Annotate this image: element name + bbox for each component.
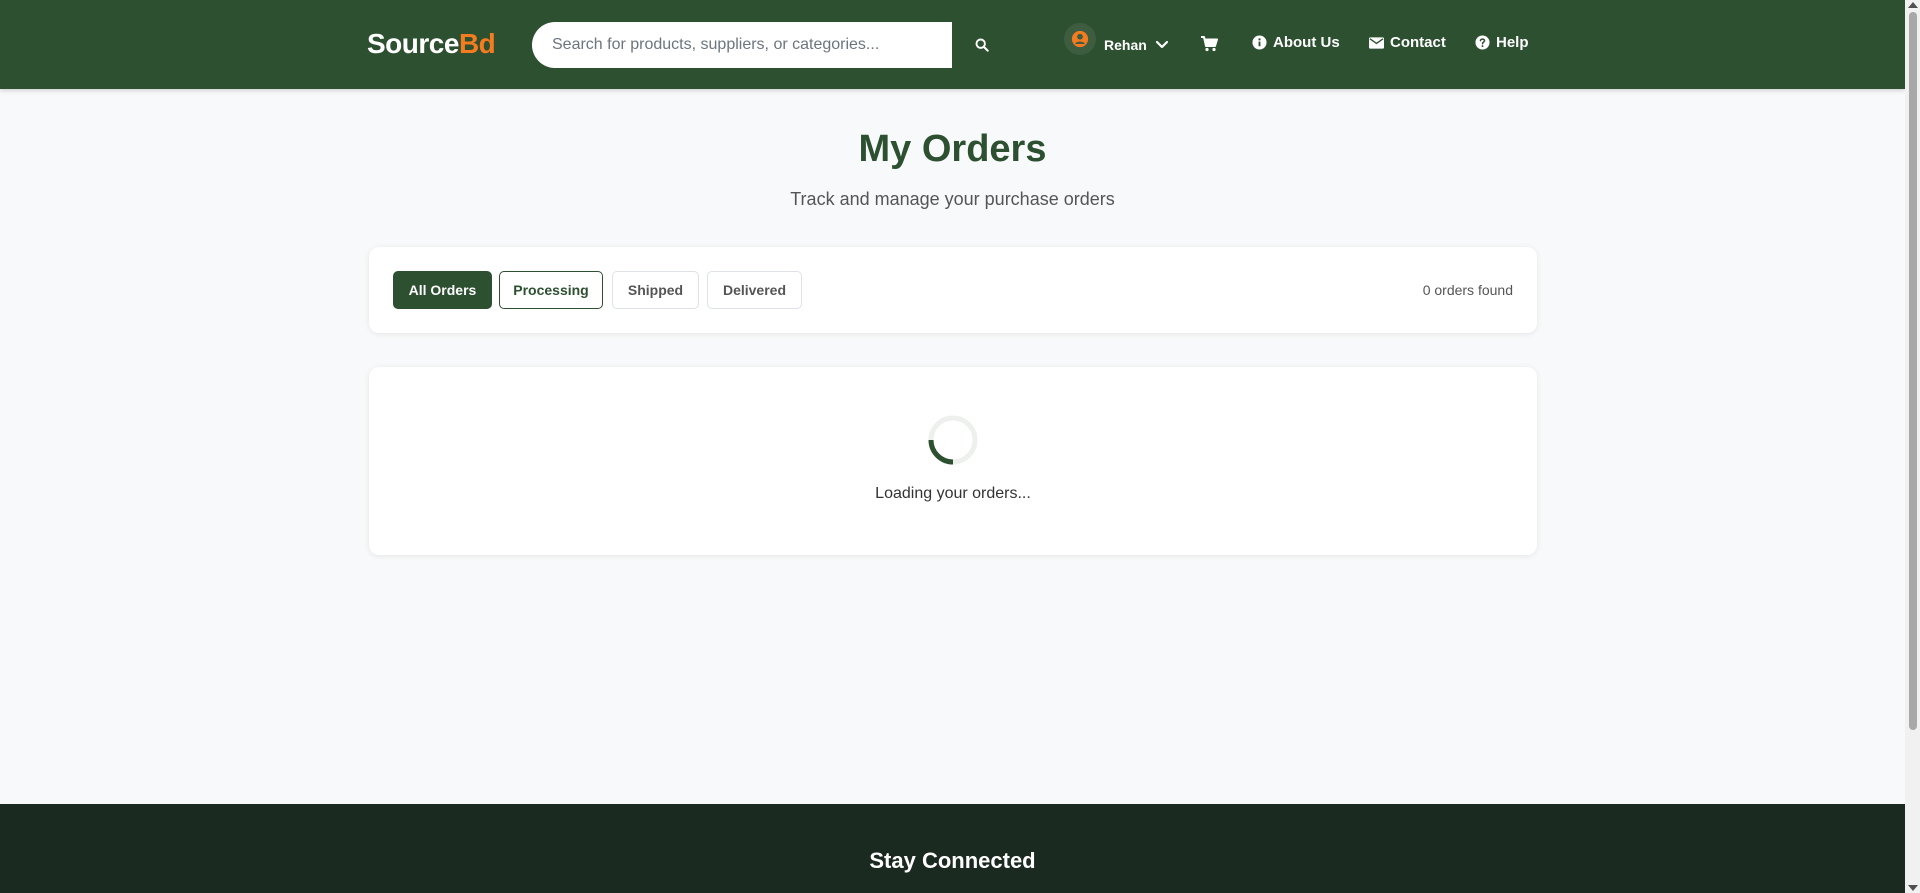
filter-delivered[interactable]: Delivered bbox=[707, 271, 802, 309]
user-circle-icon bbox=[1071, 30, 1089, 48]
site-logo[interactable]: SourceBd bbox=[367, 28, 496, 60]
page-title: My Orders bbox=[858, 128, 1047, 170]
filter-processing[interactable]: Processing bbox=[499, 271, 603, 309]
loading-text: Loading your orders... bbox=[875, 485, 1031, 502]
user-menu[interactable]: Rehan bbox=[1064, 22, 1169, 68]
scroll-down-arrow[interactable] bbox=[1908, 885, 1918, 891]
nav-contact[interactable]: Contact bbox=[1369, 34, 1446, 51]
avatar bbox=[1064, 23, 1096, 55]
nav-about[interactable]: About Us bbox=[1252, 34, 1340, 51]
search-icon bbox=[975, 38, 989, 52]
envelope-icon bbox=[1369, 36, 1384, 49]
order-count: 0 orders found bbox=[1422, 282, 1513, 298]
nav-about-label: About Us bbox=[1273, 34, 1340, 51]
site-footer: Stay Connected bbox=[0, 804, 1905, 893]
page-scrollbar[interactable] bbox=[1905, 0, 1920, 893]
chevron-down-icon bbox=[1155, 40, 1168, 49]
footer-title: Stay Connected bbox=[869, 848, 1036, 873]
info-icon bbox=[1252, 35, 1267, 50]
search-input[interactable] bbox=[532, 22, 952, 68]
search-button[interactable] bbox=[952, 22, 1012, 68]
scroll-up-arrow[interactable] bbox=[1908, 2, 1918, 8]
orders-panel: Loading your orders... bbox=[369, 367, 1537, 555]
cart-button[interactable] bbox=[1200, 36, 1218, 57]
order-filter-bar: All Orders Processing Shipped Delivered … bbox=[369, 247, 1537, 333]
nav-help-label: Help bbox=[1496, 34, 1529, 51]
user-name: Rehan bbox=[1104, 37, 1147, 53]
logo-text-main: Source bbox=[367, 28, 459, 59]
page-subtitle: Track and manage your purchase orders bbox=[790, 189, 1115, 209]
loading-spinner-icon bbox=[928, 415, 978, 465]
filter-all-orders[interactable]: All Orders bbox=[393, 271, 492, 309]
nav-contact-label: Contact bbox=[1390, 34, 1446, 51]
top-navbar: SourceBd Rehan bbox=[0, 0, 1905, 89]
question-icon bbox=[1475, 35, 1490, 50]
filter-shipped[interactable]: Shipped bbox=[612, 271, 699, 309]
nav-help[interactable]: Help bbox=[1475, 34, 1529, 51]
cart-icon bbox=[1201, 36, 1218, 52]
search-bar bbox=[532, 22, 1012, 68]
logo-text-accent: Bd bbox=[458, 28, 496, 59]
scroll-thumb[interactable] bbox=[1909, 12, 1917, 730]
